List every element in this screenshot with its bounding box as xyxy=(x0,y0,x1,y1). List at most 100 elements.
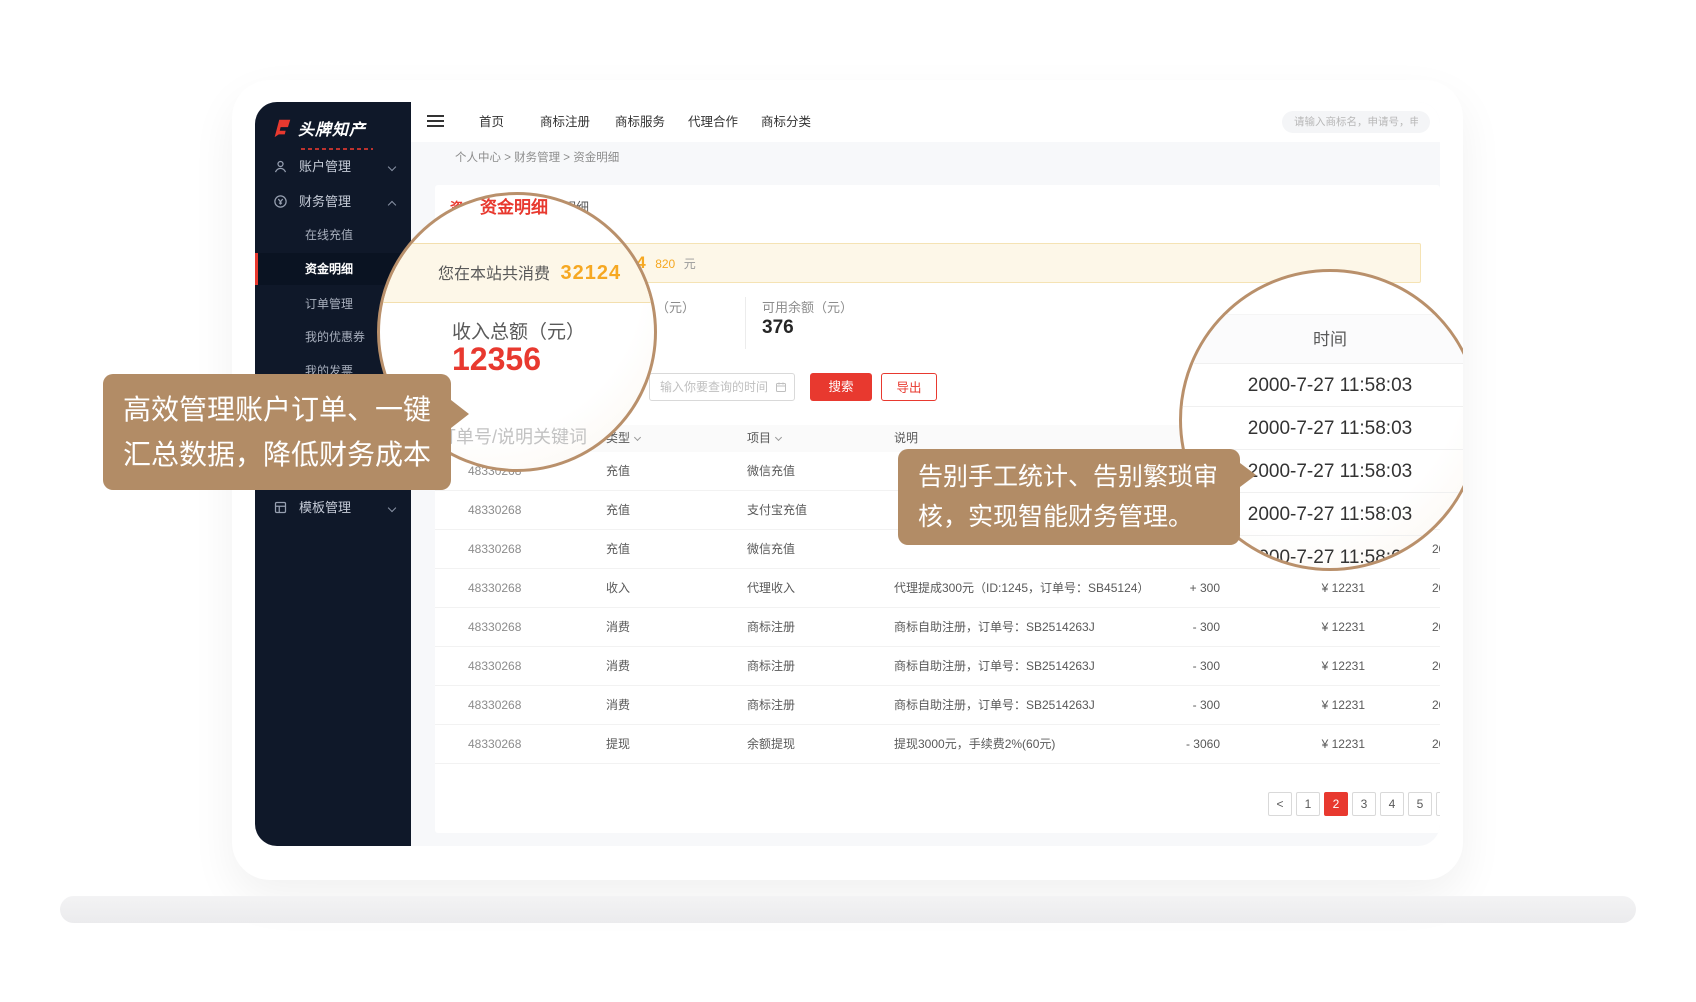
cell-project: 商标注册 xyxy=(747,608,795,647)
sidebar-item-label: 财务管理 xyxy=(299,186,351,218)
logo-text: 头牌知产 xyxy=(298,116,366,140)
header-type[interactable]: 类型 xyxy=(606,425,640,452)
laptop-base xyxy=(60,896,1636,923)
cell-amount: - 300 xyxy=(1115,608,1220,647)
cell-time: 2000-7-27 11:58:03 xyxy=(1432,647,1440,686)
pagination-page-4[interactable]: 4 xyxy=(1380,792,1404,816)
cell-order: 48330268 xyxy=(468,647,521,686)
nav-trademark-service[interactable]: 商标服务 xyxy=(615,102,665,142)
search-button[interactable]: 搜索 xyxy=(810,373,872,401)
pagination-page-1[interactable]: 1 xyxy=(1296,792,1320,816)
pagination-next-button[interactable] xyxy=(1436,792,1440,816)
tab-funds-detail[interactable]: 资金明细 xyxy=(450,197,502,216)
callout-arrow-right-icon xyxy=(451,400,469,428)
table-row[interactable]: 48330268消费商标注册商标自助注册，订单号：SB2514263J- 300… xyxy=(435,686,1440,725)
cell-time: 2000-7-27 11:58:03 xyxy=(1432,608,1440,647)
cell-type: 充值 xyxy=(606,491,630,530)
cell-balance: ¥ 12231 xyxy=(1255,686,1365,725)
cell-time: 2000-7-27 11:58:03 xyxy=(1432,569,1440,608)
cell-type: 消费 xyxy=(606,608,630,647)
pagination-prev-button[interactable]: < xyxy=(1268,792,1292,816)
balance-value: 376 xyxy=(762,317,794,339)
cell-desc: 商标自助注册，订单号：SB2514263J xyxy=(894,686,1095,725)
time-search-input[interactable] xyxy=(649,373,795,401)
middle-stat-label: （元） xyxy=(656,297,695,316)
global-search-input[interactable] xyxy=(1282,111,1430,133)
cell-order: 48330268 xyxy=(468,452,521,491)
header-order: 订单号 xyxy=(468,425,504,452)
table-header: 订单号 类型 项目 说明 时间 xyxy=(435,425,1440,452)
export-button[interactable]: 导出 xyxy=(881,373,937,401)
sidebar-item-account[interactable]: 账户管理 xyxy=(255,151,411,183)
table-row[interactable]: 48330268消费商标注册商标自助注册，订单号：SB2514263J- 300… xyxy=(435,608,1440,647)
sidebar-item-template[interactable]: 模板管理 xyxy=(255,492,411,524)
cell-project: 商标注册 xyxy=(747,686,795,725)
cell-amount: - 300 xyxy=(1115,647,1220,686)
nav-agent-cooperation[interactable]: 代理合作 xyxy=(688,102,738,142)
callout-left-text: 高效管理账户订单、一键汇总数据，降低财务成本 xyxy=(123,394,431,470)
cell-balance: ¥ 12231 xyxy=(1255,569,1365,608)
callout-left: 高效管理账户订单、一键汇总数据，降低财务成本 xyxy=(103,374,451,490)
keyword-search-input[interactable] xyxy=(453,373,625,401)
income-total-value: 12356 xyxy=(455,331,538,365)
nav-home[interactable]: 首页 xyxy=(479,102,504,142)
cell-balance: ¥ 12231 xyxy=(1255,725,1365,764)
user-icon xyxy=(273,159,288,174)
cell-desc: 商标自助注册，订单号：SB2514263J xyxy=(894,647,1095,686)
top-navbar: 首页 商标注册 商标服务 代理合作 商标分类 xyxy=(411,102,1440,142)
pagination-page-2-active[interactable]: 2 xyxy=(1324,792,1348,816)
sidebar-item-funds-detail[interactable]: 资金明细 xyxy=(255,253,411,285)
cell-order: 48330268 xyxy=(468,530,521,569)
nav-trademark-category[interactable]: 商标分类 xyxy=(761,102,811,142)
sidebar-item-finance[interactable]: 财务管理 xyxy=(255,186,411,218)
header-project[interactable]: 项目 xyxy=(747,425,781,452)
cell-project: 支付宝充值 xyxy=(747,491,807,530)
template-icon xyxy=(273,500,288,515)
sidebar-item-online-recharge[interactable]: 在线充值 xyxy=(255,219,411,251)
cell-type: 消费 xyxy=(606,686,630,725)
sidebar-item-my-coupons[interactable]: 我的优惠券 xyxy=(255,321,411,353)
cell-project: 代理收入 xyxy=(747,569,795,608)
income-total-label: 收入总额（元） xyxy=(455,307,574,332)
breadcrumb: 个人中心 > 财务管理 > 资金明细 xyxy=(411,142,1440,174)
header-desc: 说明 xyxy=(894,425,918,452)
cell-desc: 代理提成300元（ID:1245，订单号：SB45124） xyxy=(894,569,1149,608)
cell-balance: ¥ 12231 xyxy=(1255,647,1365,686)
banner-prefix: 您在本站共消费 xyxy=(478,255,583,272)
cell-order: 48330268 xyxy=(468,569,521,608)
chevron-down-icon xyxy=(388,504,396,512)
pagination-page-5[interactable]: 5 xyxy=(1408,792,1432,816)
pagination-page-3[interactable]: 3 xyxy=(1352,792,1376,816)
cell-type: 收入 xyxy=(606,569,630,608)
cell-time: 2000-7-27 11:58:03 xyxy=(1432,686,1440,725)
logo-icon xyxy=(271,117,293,139)
cell-time: 2000-7-27 11:58:03 xyxy=(1432,530,1440,569)
table-row[interactable]: 48330268提现余额提现提现3000元，手续费2%(60元)- 3060¥ … xyxy=(435,725,1440,764)
cell-type: 充值 xyxy=(606,452,630,491)
cell-project: 微信充值 xyxy=(747,452,795,491)
calendar-icon xyxy=(775,381,787,393)
caret-down-icon xyxy=(634,434,641,441)
banner-unit: 元 xyxy=(684,257,696,271)
hamburger-menu-icon[interactable] xyxy=(427,115,444,128)
cell-type: 消费 xyxy=(606,647,630,686)
cell-desc: 提现3000元，手续费2%(60元) xyxy=(894,725,1055,764)
logo: 头牌知产 xyxy=(271,116,366,140)
cell-time: 2000-7-27 11:58:03 xyxy=(1432,452,1440,491)
cell-project: 余额提现 xyxy=(747,725,795,764)
cell-amount: - 3060 xyxy=(1115,725,1220,764)
chevron-up-icon xyxy=(388,201,396,209)
finance-icon xyxy=(273,194,288,209)
consumption-banner: 您在本站共消费 32124 820 元 xyxy=(453,243,1421,283)
callout-right: 告别手工统计、告别繁琐审核，实现智能财务管理。 xyxy=(898,449,1240,545)
tab-secondary-fragment[interactable]: 明细 xyxy=(563,197,589,216)
cell-type: 提现 xyxy=(606,725,630,764)
table-row[interactable]: 48330268 收入 代理收入 代理提成300元（ID:1245，订单号：SB451… xyxy=(435,569,1440,608)
cell-amount: - 300 xyxy=(1115,686,1220,725)
banner-big-amount: 32124 xyxy=(590,253,647,272)
nav-trademark-register[interactable]: 商标注册 xyxy=(540,102,590,142)
banner-small-amount: 820 xyxy=(655,257,675,271)
cell-type: 充值 xyxy=(606,530,630,569)
table-row[interactable]: 48330268消费商标注册商标自助注册，订单号：SB2514263J- 300… xyxy=(435,647,1440,686)
sidebar-item-order-management[interactable]: 订单管理 xyxy=(255,288,411,320)
